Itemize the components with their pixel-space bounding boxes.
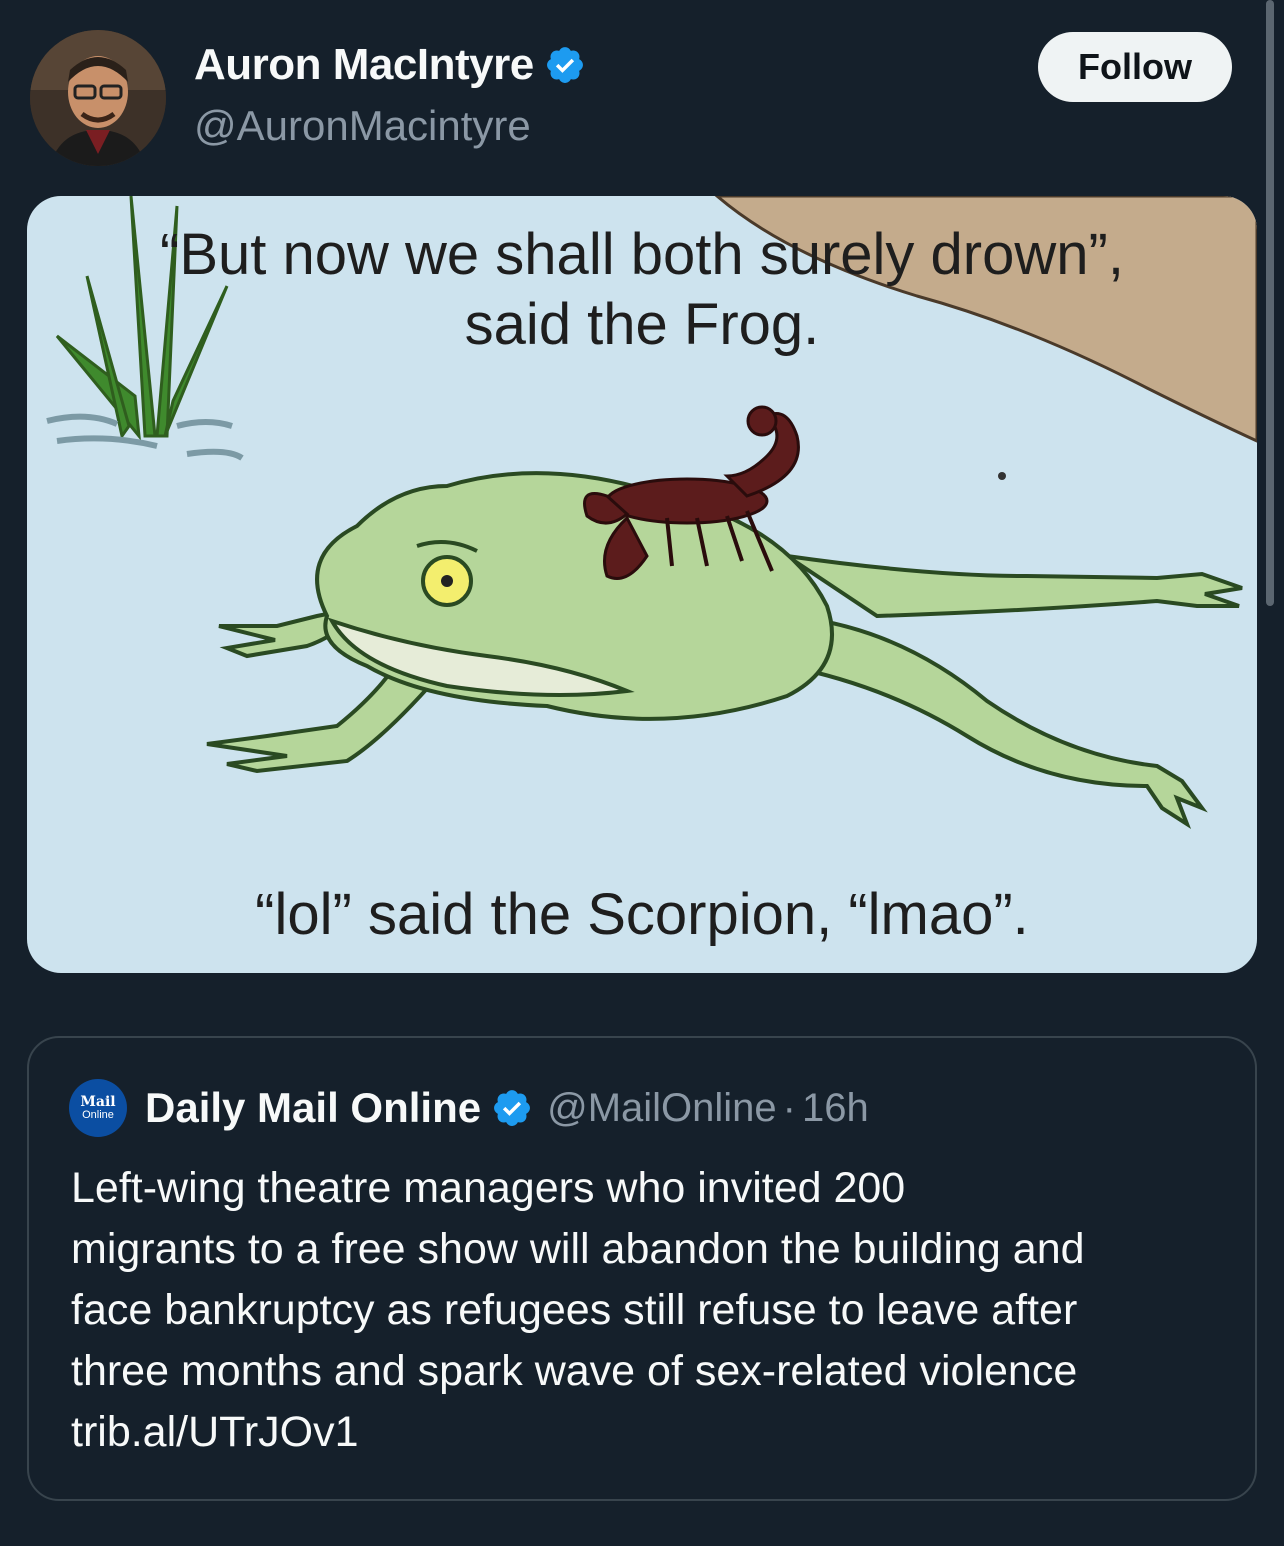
post-media-image[interactable]: “But now we shall both surely drown”, sa… — [27, 196, 1257, 973]
quoted-link[interactable]: trib.al/UTrJOv1 — [71, 1402, 1231, 1463]
frog-body — [206, 471, 1243, 829]
quoted-text-line: migrants to a free show will abandon the… — [71, 1225, 1085, 1273]
quoted-avatar-logo-bottom: Online — [82, 1109, 114, 1121]
quoted-tweet[interactable]: Mail Online Daily Mail Online @MailOnlin… — [27, 1036, 1257, 1501]
quoted-avatar[interactable]: Mail Online — [69, 1079, 127, 1137]
follow-button[interactable]: Follow — [1038, 32, 1232, 102]
author-avatar[interactable] — [30, 30, 166, 166]
quoted-tweet-text: Left-wing theatre managers who invited 2… — [71, 1158, 1231, 1463]
quoted-text-line: face bankruptcy as refugees still refuse… — [71, 1286, 1078, 1334]
meme-caption-top-line2: said the Frog. — [464, 291, 820, 357]
quoted-author-name[interactable]: Daily Mail Online — [145, 1084, 481, 1132]
quoted-text-line: Left-wing theatre managers who invited 2… — [71, 1164, 906, 1212]
meme-caption-top: “But now we shall both surely drown”, sa… — [27, 220, 1257, 359]
meme-caption-bottom: “lol” said the Scorpion, “lmao”. — [255, 882, 1029, 947]
quoted-avatar-logo-top: Mail — [80, 1094, 116, 1110]
quoted-text-line: three months and spark wave of sex-relat… — [71, 1347, 1078, 1395]
quoted-timestamp[interactable]: 16h — [802, 1086, 869, 1131]
verified-badge-icon — [494, 1090, 531, 1126]
author-handle[interactable]: @AuronMacintyre — [194, 102, 531, 150]
scrollbar-thumb[interactable] — [1266, 0, 1274, 606]
author-name[interactable]: Auron MacIntyre — [194, 40, 586, 90]
tweet-page: Auron MacIntyre @AuronMacintyre Follow “… — [0, 0, 1284, 1546]
quoted-separator: · — [782, 1085, 796, 1130]
author-avatar-image — [30, 30, 166, 166]
quoted-tweet-header: Mail Online Daily Mail Online @MailOnlin… — [69, 1078, 869, 1138]
author-name-text: Auron MacIntyre — [194, 40, 534, 89]
quoted-author-handle[interactable]: @MailOnline — [547, 1086, 777, 1131]
verified-badge-icon — [546, 47, 583, 83]
meme-caption-top-line1: “But now we shall both surely drown”, — [160, 222, 1124, 287]
